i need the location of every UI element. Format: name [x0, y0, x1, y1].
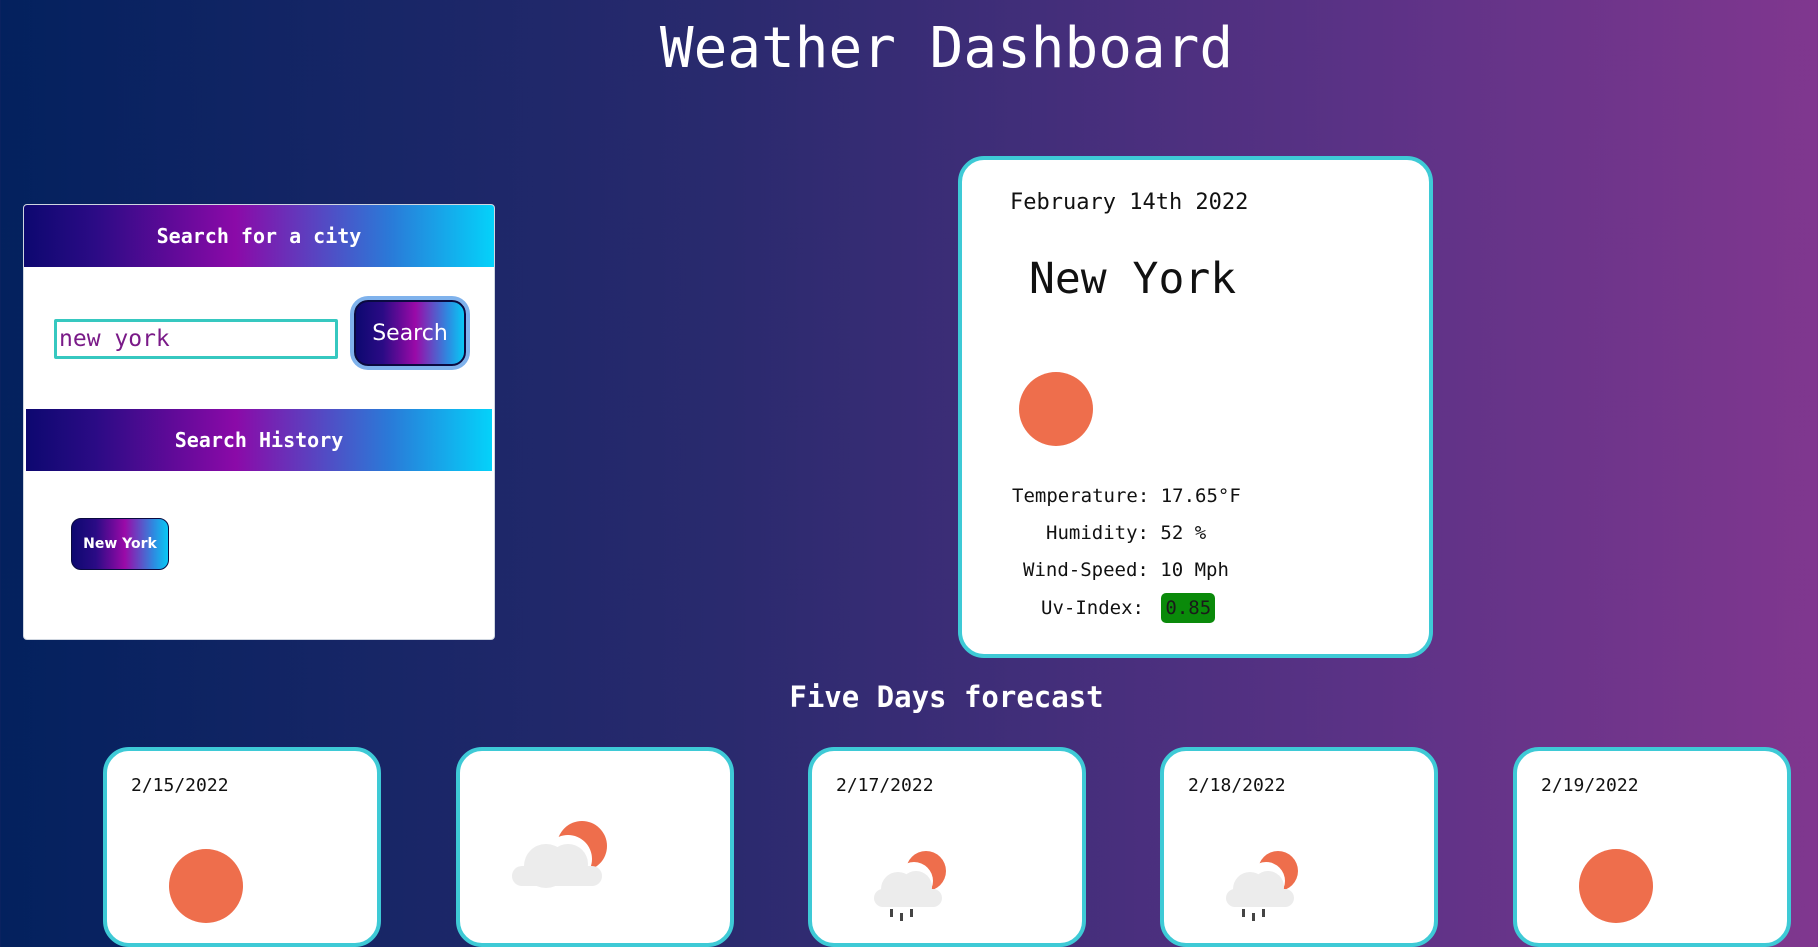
search-header: Search for a city [24, 205, 494, 267]
uv-label: Uv-Index: [1041, 597, 1144, 619]
current-city: New York [1029, 254, 1237, 304]
temperature-row: Temperature: 17.65°F [1012, 485, 1241, 507]
city-search-input[interactable] [54, 319, 338, 359]
forecast-card [456, 747, 734, 947]
forecast-card: 2/18/2022 [1160, 747, 1438, 947]
search-button[interactable]: Search [354, 300, 466, 366]
sun-icon [1579, 849, 1653, 923]
humidity-label: Humidity: [1046, 522, 1149, 544]
forecast-card: 2/19/2022 [1513, 747, 1791, 947]
current-weather-card: February 14th 2022 New York Temperature:… [958, 156, 1433, 658]
temperature-value: 17.65°F [1160, 485, 1241, 507]
search-history-header: Search History [26, 409, 492, 471]
rain-cloud-sun-icon [874, 851, 946, 921]
rain-cloud-sun-icon [1226, 851, 1298, 921]
forecast-date: 2/19/2022 [1541, 775, 1639, 796]
wind-label: Wind-Speed: [1023, 559, 1149, 581]
temperature-label: Temperature: [1012, 485, 1150, 507]
forecast-date: 2/17/2022 [836, 775, 934, 796]
forecast-date: 2/18/2022 [1188, 775, 1286, 796]
history-item-new-york[interactable]: New York [71, 518, 169, 570]
wind-value: 10 Mph [1160, 559, 1229, 581]
forecast-title: Five Days forecast [789, 680, 1104, 714]
forecast-card: 2/17/2022 [808, 747, 1086, 947]
partly-cloudy-icon [512, 821, 607, 888]
uv-row: Uv-Index: 0.85 [1041, 593, 1216, 623]
forecast-date: 2/15/2022 [131, 775, 229, 796]
forecast-card: 2/15/2022 [103, 747, 381, 947]
page-title: Weather Dashboard [659, 16, 1234, 81]
uv-index-badge: 0.85 [1161, 593, 1216, 623]
humidity-row: Humidity: 52 % [1046, 522, 1206, 544]
search-row: Search [54, 297, 474, 367]
current-date: February 14th 2022 [1010, 190, 1249, 215]
sun-icon [1019, 372, 1093, 446]
humidity-value: 52 % [1160, 522, 1207, 544]
search-panel: Search for a city Search Search History … [23, 204, 495, 640]
sun-icon [169, 849, 243, 923]
wind-row: Wind-Speed: 10 Mph [1023, 559, 1229, 581]
